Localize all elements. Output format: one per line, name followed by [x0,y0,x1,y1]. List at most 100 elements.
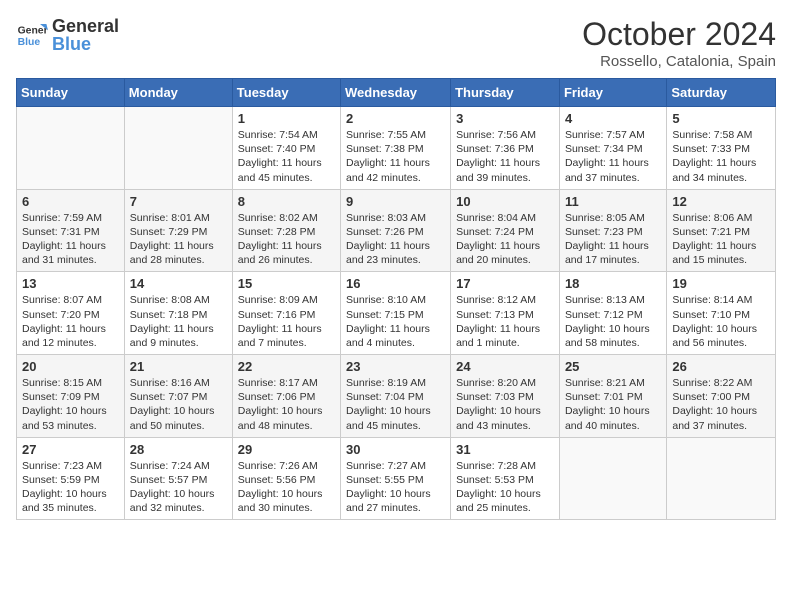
week-row-1: 1 Sunrise: 7:54 AM Sunset: 7:40 PM Daylig… [17,107,776,190]
day-number: 9 [346,194,445,209]
day-info: Sunrise: 8:04 AM Sunset: 7:24 PM Dayligh… [456,211,554,268]
calendar-cell: 1 Sunrise: 7:54 AM Sunset: 7:40 PM Daylig… [232,107,340,190]
day-info: Sunrise: 8:05 AM Sunset: 7:23 PM Dayligh… [565,211,661,268]
day-info: Sunrise: 7:54 AM Sunset: 7:40 PM Dayligh… [238,128,335,185]
page-header: General Blue General Blue October 2024 R… [16,16,776,70]
day-number: 19 [672,276,770,291]
day-number: 31 [456,442,554,457]
day-number: 25 [565,359,661,374]
calendar-cell: 12Sunrise: 8:06 AM Sunset: 7:21 PM Dayli… [667,189,776,272]
day-info: Sunrise: 8:22 AM Sunset: 7:00 PM Dayligh… [672,376,770,433]
day-info: Sunrise: 7:23 AM Sunset: 5:59 PM Dayligh… [22,459,119,516]
day-number: 22 [238,359,335,374]
day-number: 23 [346,359,445,374]
day-info: Sunrise: 8:19 AM Sunset: 7:04 PM Dayligh… [346,376,445,433]
day-number: 4 [565,111,661,126]
day-number: 12 [672,194,770,209]
logo-icon: General Blue [16,22,48,50]
day-number: 3 [456,111,554,126]
day-info: Sunrise: 8:08 AM Sunset: 7:18 PM Dayligh… [130,293,227,350]
day-number: 28 [130,442,227,457]
day-info: Sunrise: 8:21 AM Sunset: 7:01 PM Dayligh… [565,376,661,433]
day-info: Sunrise: 7:57 AM Sunset: 7:34 PM Dayligh… [565,128,661,185]
week-row-2: 6Sunrise: 7:59 AM Sunset: 7:31 PM Daylig… [17,189,776,272]
day-number: 29 [238,442,335,457]
week-row-4: 20Sunrise: 8:15 AM Sunset: 7:09 PM Dayli… [17,355,776,438]
calendar-cell: 19 Sunrise: 8:14 AM Sunset: 7:10 PM Dayli… [667,272,776,355]
calendar-cell: 16 Sunrise: 8:10 AM Sunset: 7:15 PM Dayli… [341,272,451,355]
day-number: 8 [238,194,335,209]
day-info: Sunrise: 7:26 AM Sunset: 5:56 PM Dayligh… [238,459,335,516]
calendar-cell: 14 Sunrise: 8:08 AM Sunset: 7:18 PM Dayli… [124,272,232,355]
day-number: 16 [346,276,445,291]
calendar-cell: 30Sunrise: 7:27 AM Sunset: 5:55 PM Dayli… [341,437,451,520]
month-title: October 2024 [582,16,776,53]
day-info: Sunrise: 8:09 AM Sunset: 7:16 PM Dayligh… [238,293,335,350]
day-info: Sunrise: 8:12 AM Sunset: 7:13 PM Dayligh… [456,293,554,350]
day-number: 14 [130,276,227,291]
calendar-cell: 18 Sunrise: 8:13 AM Sunset: 7:12 PM Dayli… [559,272,666,355]
day-info: Sunrise: 8:17 AM Sunset: 7:06 PM Dayligh… [238,376,335,433]
svg-text:Blue: Blue [18,36,41,47]
calendar-cell: 24Sunrise: 8:20 AM Sunset: 7:03 PM Dayli… [451,355,560,438]
day-number: 6 [22,194,119,209]
day-info: Sunrise: 8:13 AM Sunset: 7:12 PM Dayligh… [565,293,661,350]
calendar-cell: 20Sunrise: 8:15 AM Sunset: 7:09 PM Dayli… [17,355,125,438]
svg-text:General: General [18,25,48,36]
calendar-table: SundayMondayTuesdayWednesdayThursdayFrid… [16,78,776,520]
day-number: 17 [456,276,554,291]
col-header-sunday: Sunday [17,79,125,107]
day-info: Sunrise: 8:03 AM Sunset: 7:26 PM Dayligh… [346,211,445,268]
calendar-cell: 3 Sunrise: 7:56 AM Sunset: 7:36 PM Daylig… [451,107,560,190]
day-number: 24 [456,359,554,374]
logo: General Blue General Blue [16,16,119,55]
day-number: 13 [22,276,119,291]
calendar-cell: 7 Sunrise: 8:01 AM Sunset: 7:29 PM Daylig… [124,189,232,272]
day-info: Sunrise: 7:24 AM Sunset: 5:57 PM Dayligh… [130,459,227,516]
title-block: October 2024 Rossello, Catalonia, Spain [582,16,776,70]
day-number: 10 [456,194,554,209]
calendar-cell: 31 Sunrise: 7:28 AM Sunset: 5:53 PM Dayli… [451,437,560,520]
day-number: 2 [346,111,445,126]
day-info: Sunrise: 7:28 AM Sunset: 5:53 PM Dayligh… [456,459,554,516]
calendar-cell: 22 Sunrise: 8:17 AM Sunset: 7:06 PM Dayli… [232,355,340,438]
day-info: Sunrise: 7:56 AM Sunset: 7:36 PM Dayligh… [456,128,554,185]
calendar-cell: 25 Sunrise: 8:21 AM Sunset: 7:01 PM Dayli… [559,355,666,438]
calendar-cell: 23 Sunrise: 8:19 AM Sunset: 7:04 PM Dayli… [341,355,451,438]
day-number: 5 [672,111,770,126]
day-number: 21 [130,359,227,374]
calendar-cell: 8 Sunrise: 8:02 AM Sunset: 7:28 PM Daylig… [232,189,340,272]
calendar-cell: 13 Sunrise: 8:07 AM Sunset: 7:20 PM Dayli… [17,272,125,355]
day-info: Sunrise: 8:02 AM Sunset: 7:28 PM Dayligh… [238,211,335,268]
day-number: 1 [238,111,335,126]
day-info: Sunrise: 7:27 AM Sunset: 5:55 PM Dayligh… [346,459,445,516]
calendar-cell [559,437,666,520]
calendar-cell: 5Sunrise: 7:58 AM Sunset: 7:33 PM Daylig… [667,107,776,190]
day-number: 11 [565,194,661,209]
calendar-cell: 28 Sunrise: 7:24 AM Sunset: 5:57 PM Dayli… [124,437,232,520]
calendar-cell: 27Sunrise: 7:23 AM Sunset: 5:59 PM Dayli… [17,437,125,520]
day-info: Sunrise: 8:07 AM Sunset: 7:20 PM Dayligh… [22,293,119,350]
logo-blue: Blue [52,34,119,56]
calendar-cell: 4 Sunrise: 7:57 AM Sunset: 7:34 PM Daylig… [559,107,666,190]
calendar-cell: 26Sunrise: 8:22 AM Sunset: 7:00 PM Dayli… [667,355,776,438]
col-header-tuesday: Tuesday [232,79,340,107]
calendar-cell [17,107,125,190]
day-info: Sunrise: 8:10 AM Sunset: 7:15 PM Dayligh… [346,293,445,350]
week-row-3: 13 Sunrise: 8:07 AM Sunset: 7:20 PM Dayli… [17,272,776,355]
col-header-wednesday: Wednesday [341,79,451,107]
day-info: Sunrise: 8:16 AM Sunset: 7:07 PM Dayligh… [130,376,227,433]
calendar-cell [124,107,232,190]
calendar-cell: 29 Sunrise: 7:26 AM Sunset: 5:56 PM Dayli… [232,437,340,520]
day-number: 15 [238,276,335,291]
calendar-cell: 9 Sunrise: 8:03 AM Sunset: 7:26 PM Daylig… [341,189,451,272]
day-info: Sunrise: 8:01 AM Sunset: 7:29 PM Dayligh… [130,211,227,268]
day-number: 18 [565,276,661,291]
col-header-saturday: Saturday [667,79,776,107]
header-row: SundayMondayTuesdayWednesdayThursdayFrid… [17,79,776,107]
calendar-cell: 17 Sunrise: 8:12 AM Sunset: 7:13 PM Dayli… [451,272,560,355]
day-number: 7 [130,194,227,209]
day-info: Sunrise: 8:14 AM Sunset: 7:10 PM Dayligh… [672,293,770,350]
col-header-monday: Monday [124,79,232,107]
location: Rossello, Catalonia, Spain [582,53,776,70]
